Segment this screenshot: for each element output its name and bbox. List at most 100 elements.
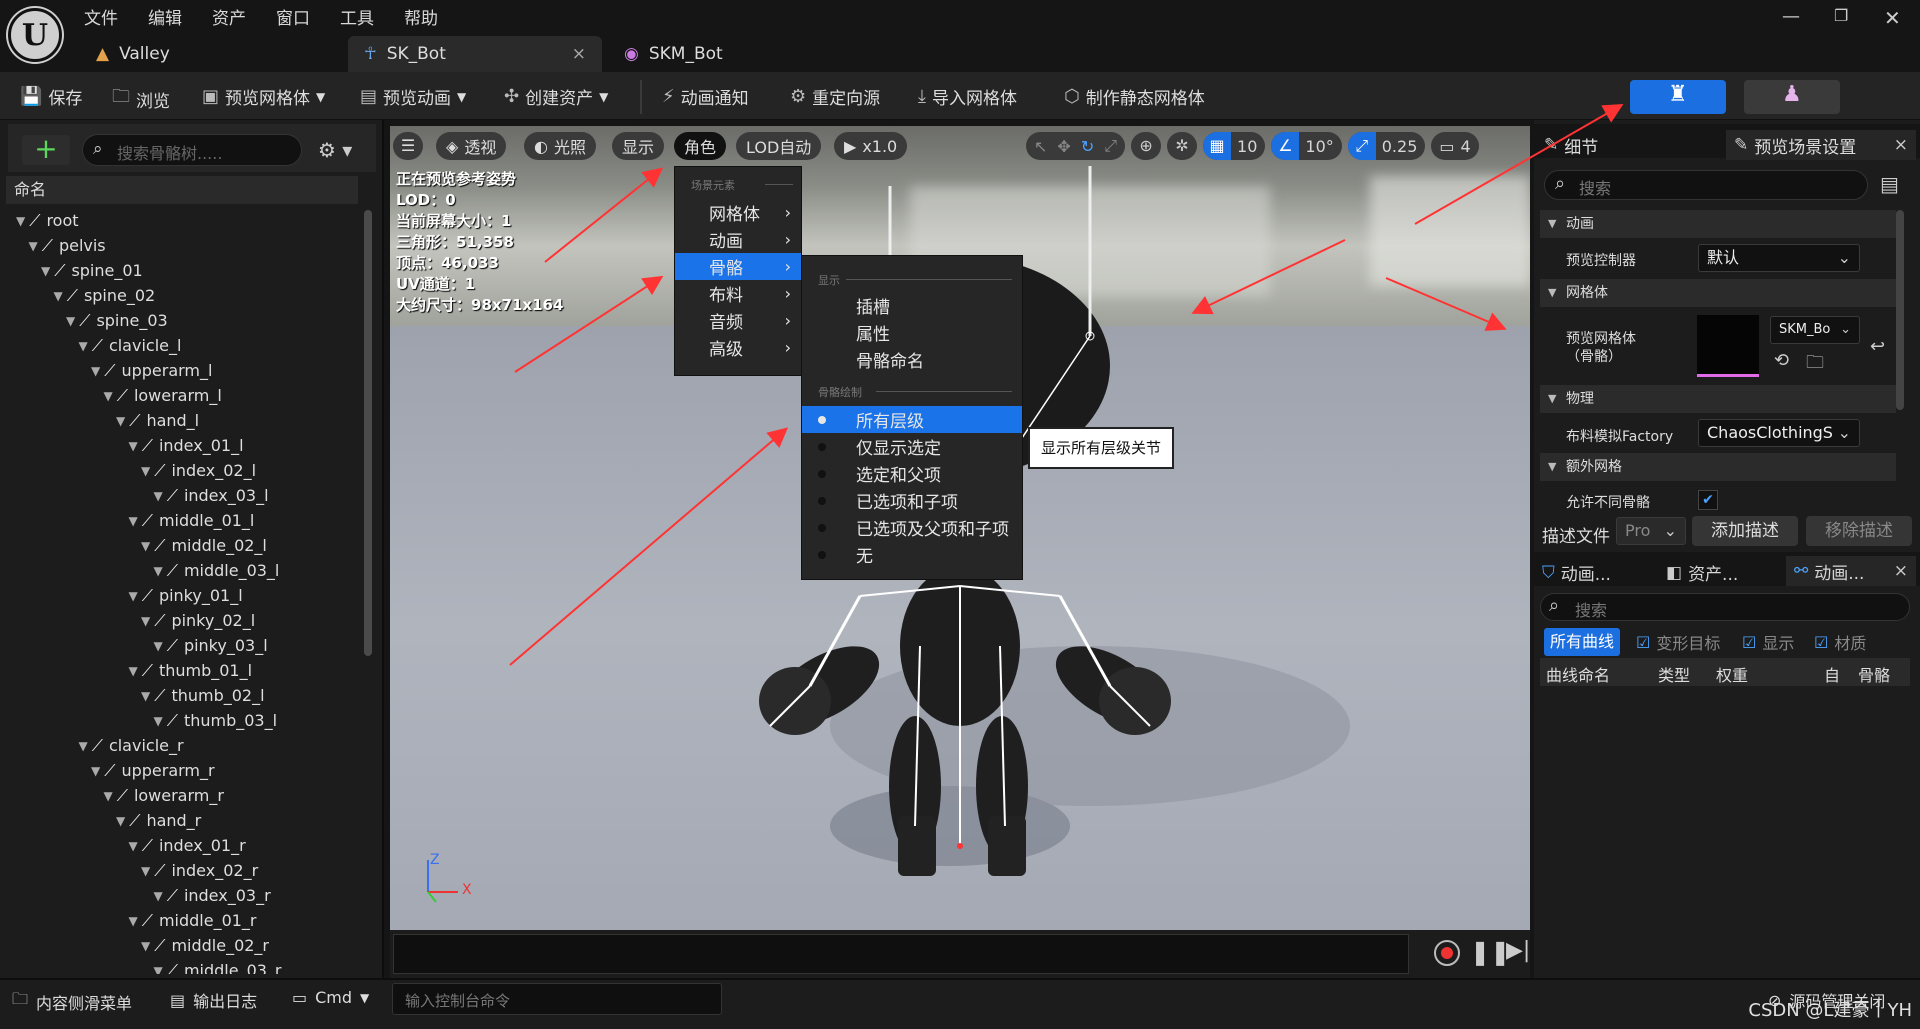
curves-search-input[interactable]: ⌕ 搜索 [1540, 593, 1910, 621]
settings-gear-icon[interactable]: ⚙ ▾ [318, 138, 352, 162]
expand-chevron-icon[interactable]: ▼ [154, 714, 163, 728]
expand-chevron-icon[interactable]: ▼ [129, 514, 138, 528]
menu-asset[interactable]: 资产 [212, 4, 246, 29]
col-type[interactable]: 类型 [1658, 662, 1690, 686]
unreal-logo-icon[interactable]: U [8, 8, 62, 62]
draw-option[interactable]: 已选项及父项和子项 [802, 514, 1022, 541]
tree-bone-row[interactable]: ▼ ⟋ middle_02_r [10, 933, 360, 958]
expand-chevron-icon[interactable]: ▼ [141, 464, 150, 478]
close-icon[interactable]: × [1894, 561, 1908, 581]
preview-anim-button[interactable]: ▤ 预览动画 ▼ [360, 84, 466, 109]
world-local-icon[interactable]: ⊕ [1131, 132, 1162, 160]
expand-chevron-icon[interactable]: ▼ [154, 639, 163, 653]
tab-anim-curves[interactable]: ⛉ 动画... [1542, 560, 1611, 586]
remove-profile-button[interactable]: 移除描述 [1806, 516, 1912, 546]
col-curve-name[interactable]: 曲线命名 [1546, 662, 1610, 686]
tree-bone-row[interactable]: ▼ ⟋ hand_l [10, 408, 360, 433]
close-icon[interactable]: × [1894, 135, 1908, 155]
move-icon[interactable]: ✥ [1057, 137, 1070, 156]
col-weight[interactable]: 权重 [1716, 662, 1748, 686]
anim-notify-button[interactable]: ⚡ 动画通知 [662, 84, 749, 109]
lit-button[interactable]: ◐ 光照 [524, 132, 596, 160]
expand-chevron-icon[interactable]: ▼ [141, 864, 150, 878]
tab-sk-bot[interactable]: ☥ SK_Bot × [348, 36, 602, 72]
tree-bone-row[interactable]: ▼ ⟋ lowerarm_r [10, 783, 360, 808]
preview-controller-dropdown[interactable]: 默认 ⌄ [1698, 244, 1860, 272]
create-asset-button[interactable]: ✣ 创建资产 ▼ [504, 84, 608, 109]
draw-option[interactable]: 所有层级 [802, 406, 1022, 433]
details-scrollbar[interactable] [1896, 210, 1904, 410]
section-animation[interactable]: 动画 [1540, 210, 1896, 238]
skeleton-mode-button[interactable]: ♜ [1630, 80, 1726, 114]
tree-bone-row[interactable]: ▼ ⟋ thumb_03_l [10, 708, 360, 733]
expand-chevron-icon[interactable]: ▼ [141, 614, 150, 628]
tree-bone-row[interactable]: ▼ ⟋ middle_01_r [10, 908, 360, 933]
mesh-mode-button[interactable]: ♟ [1744, 80, 1840, 114]
reset-icon[interactable]: ↩ [1870, 336, 1885, 357]
output-log-button[interactable]: ▤ 输出日志 [170, 988, 257, 1012]
add-profile-button[interactable]: 添加描述 [1692, 516, 1798, 546]
expand-chevron-icon[interactable]: ▼ [66, 314, 75, 328]
expand-chevron-icon[interactable]: ▼ [104, 389, 113, 403]
show-option[interactable]: 骨骼命名 [802, 346, 1022, 373]
expand-chevron-icon[interactable]: ▼ [41, 264, 50, 278]
close-tab-icon[interactable]: × [572, 44, 586, 64]
tree-bone-row[interactable]: ▼ ⟋ root [10, 208, 360, 233]
add-bone-button[interactable]: + [22, 135, 70, 165]
scale-icon[interactable]: ⤢ [1104, 136, 1117, 156]
character-menu-item[interactable]: 音频 › [675, 307, 801, 334]
tree-bone-row[interactable]: ▼ ⟋ index_01_l [10, 433, 360, 458]
expand-chevron-icon[interactable]: ▼ [79, 739, 88, 753]
tree-bone-row[interactable]: ▼ ⟋ lowerarm_l [10, 383, 360, 408]
tab-anim-2[interactable]: ⚯ 动画... × [1786, 556, 1916, 586]
section-extra-mesh[interactable]: 额外网格 [1540, 453, 1896, 481]
tree-bone-row[interactable]: ▼ ⟋ clavicle_r [10, 733, 360, 758]
import-mesh-button[interactable]: ⤓ 导入网格体 [918, 84, 1017, 109]
preview-mesh-button[interactable]: ▣ 预览网格体 ▼ [202, 84, 325, 109]
show-button[interactable]: 显示 [612, 132, 665, 160]
allow-diff-skeleton-checkbox[interactable]: ✔ [1698, 490, 1718, 510]
tree-bone-row[interactable]: ▼ ⟋ pinky_02_l [10, 608, 360, 633]
console-command-input[interactable]: 输入控制台命令 [392, 983, 722, 1015]
play-speed-button[interactable]: ▶ x1.0 [834, 132, 908, 160]
expand-chevron-icon[interactable]: ▼ [116, 414, 125, 428]
record-button[interactable] [1434, 940, 1460, 966]
transform-tools[interactable]: ↖ ✥ ↻ ⤢ [1026, 132, 1126, 160]
skeleton-search-input[interactable]: ⌕ 搜索骨骼树..... [82, 134, 302, 166]
expand-chevron-icon[interactable]: ▼ [54, 289, 63, 303]
tree-scrollbar[interactable] [364, 210, 372, 656]
expand-chevron-icon[interactable]: ▼ [79, 339, 88, 353]
expand-chevron-icon[interactable]: ▼ [141, 939, 150, 953]
tree-bone-row[interactable]: ▼ ⟋ index_03_l [10, 483, 360, 508]
tree-bone-row[interactable]: ▼ ⟋ hand_r [10, 808, 360, 833]
expand-chevron-icon[interactable]: ▼ [116, 814, 125, 828]
tab-preview-scene[interactable]: ✎ 预览场景设置 × [1726, 130, 1916, 160]
step-forward-icon[interactable]: ▶| [1506, 938, 1530, 963]
table-view-icon[interactable]: ▤ [1880, 172, 1899, 196]
all-curves-button[interactable]: 所有曲线 [1544, 628, 1621, 656]
tab-skm-bot[interactable]: ◉ SKM_Bot [608, 36, 808, 72]
tree-bone-row[interactable]: ▼ ⟋ index_03_r [10, 883, 360, 908]
pause-icon[interactable]: ❚❚ [1470, 938, 1510, 966]
timeline-track[interactable] [393, 934, 1409, 974]
menu-window[interactable]: 窗口 [276, 4, 310, 29]
menu-tools[interactable]: 工具 [340, 4, 374, 29]
expand-chevron-icon[interactable]: ▼ [154, 889, 163, 903]
camera-speed-control[interactable]: ▭ 4 [1431, 132, 1479, 160]
character-menu-item[interactable]: 动画 › [675, 226, 801, 253]
select-icon[interactable]: ↖ [1034, 137, 1047, 156]
character-menu-item[interactable]: 高级 › [675, 334, 801, 361]
expand-chevron-icon[interactable]: ▼ [129, 439, 138, 453]
expand-chevron-icon[interactable]: ▼ [16, 214, 25, 228]
browse-asset-icon[interactable]: 🗀 [1806, 350, 1824, 380]
use-selected-icon[interactable]: ⟲ [1774, 350, 1789, 371]
restore-icon[interactable]: ❐ [1834, 6, 1848, 25]
tree-bone-row[interactable]: ▼ ⟋ spine_03 [10, 308, 360, 333]
retarget-button[interactable]: ⚙ 重定向源 [790, 84, 880, 109]
details-search-input[interactable]: ⌕ 搜索 [1544, 170, 1868, 200]
col-bone[interactable]: 骨骼 [1858, 662, 1890, 686]
tree-bone-row[interactable]: ▼ ⟋ middle_03_l [10, 558, 360, 583]
draw-option[interactable]: 选定和父项 [802, 460, 1022, 487]
tree-bone-row[interactable]: ▼ ⟋ spine_01 [10, 258, 360, 283]
grid-snap-control[interactable]: ▦ 10 [1203, 132, 1266, 160]
